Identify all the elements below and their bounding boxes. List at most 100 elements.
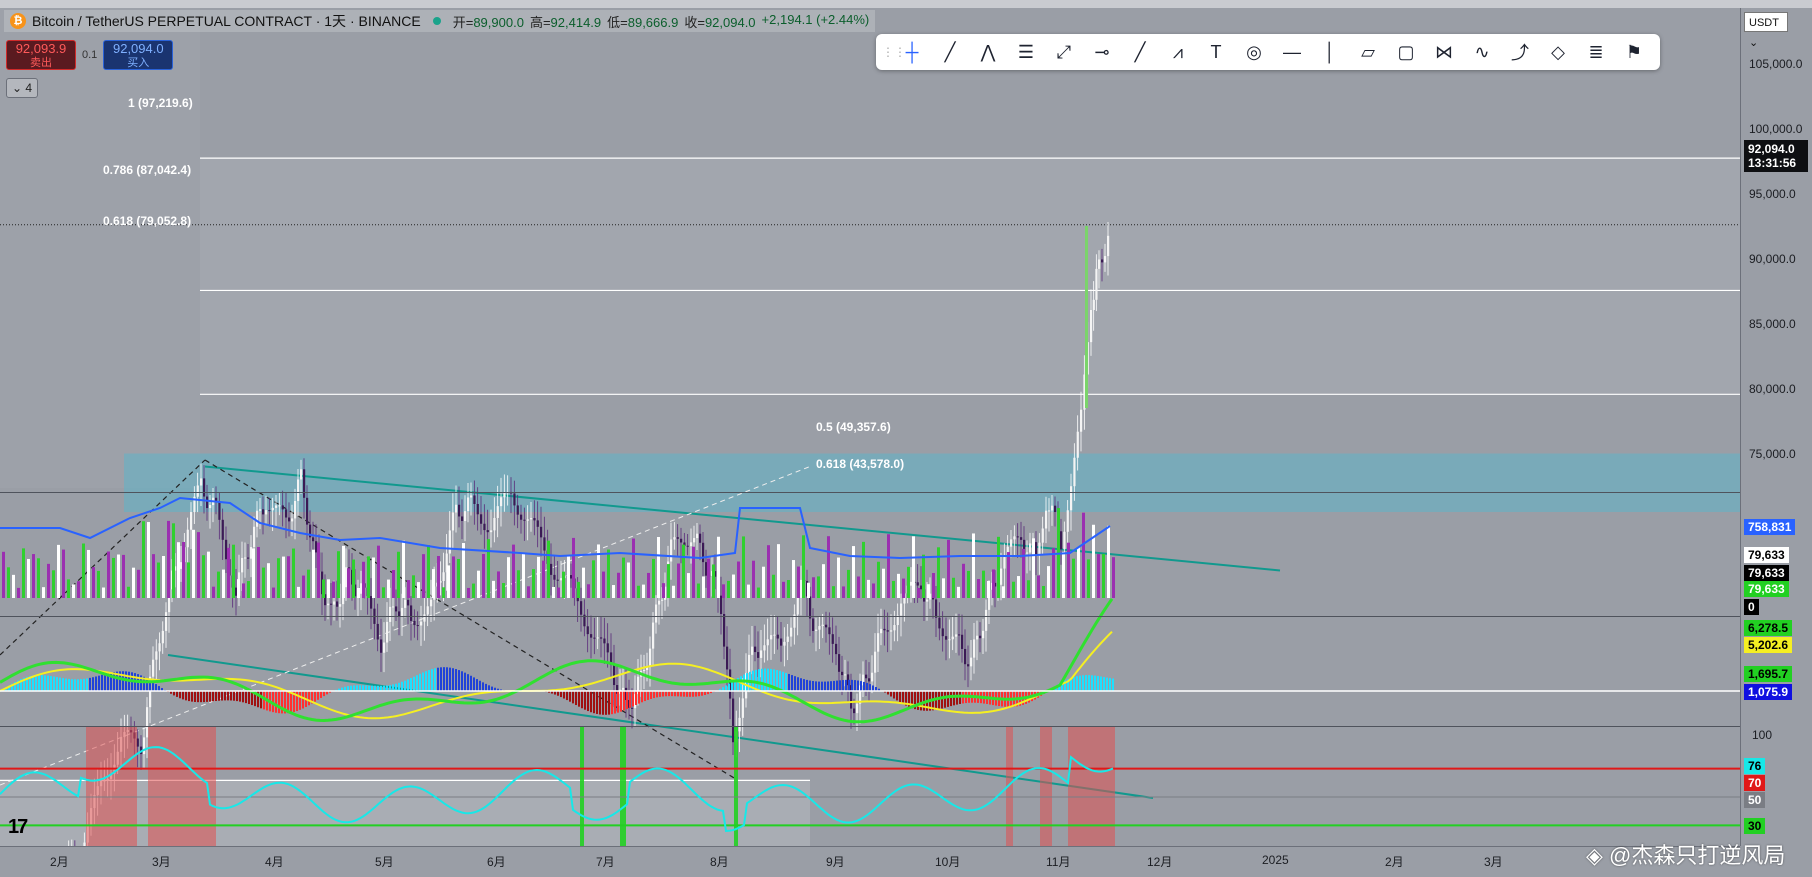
candle-body	[658, 601, 660, 605]
sell-button[interactable]: 92,093.9 卖出	[6, 40, 76, 70]
horizontal-ray-icon[interactable]: ⊸	[1084, 37, 1120, 67]
volume-bar	[712, 564, 715, 598]
candle-body	[1020, 537, 1022, 540]
macd-histogram-bar	[41, 675, 43, 691]
tradingview-logo[interactable]: 17	[8, 816, 26, 839]
line-icon[interactable]: ╱	[1122, 37, 1158, 67]
candle-body	[815, 630, 817, 631]
buy-button[interactable]: 92,094.0 买入	[103, 40, 173, 70]
macd-histogram-bar	[71, 679, 73, 691]
symbol-header[interactable]: ₿ Bitcoin / TetherUS PERPETUAL CONTRACT …	[4, 10, 875, 32]
macd-histogram-bar	[1100, 677, 1102, 691]
candle-body	[256, 511, 258, 527]
candle-body	[395, 606, 397, 611]
candle-body	[590, 634, 592, 638]
macd-histogram-bar	[425, 671, 427, 691]
pattern-icon[interactable]: ⋀	[970, 37, 1006, 67]
vertical-line-icon[interactable]: │	[1312, 37, 1348, 67]
horizontal-lines-icon[interactable]: ☰	[1008, 37, 1044, 67]
candle-body	[597, 637, 599, 638]
macd-histogram-bar	[728, 684, 730, 691]
symbol-title[interactable]: Bitcoin / TetherUS PERPETUAL CONTRACT · …	[32, 11, 421, 31]
volume-bar	[932, 573, 935, 598]
circle-icon[interactable]: ◎	[1236, 37, 1272, 67]
price-tick: 90,000.0	[1749, 252, 1796, 266]
pane-separator-macd[interactable]	[0, 616, 1812, 617]
long-position-icon[interactable]: ⚑	[1616, 37, 1652, 67]
candle-body	[1090, 310, 1092, 342]
volume-bar	[797, 567, 800, 598]
time-tick: 2月	[50, 853, 69, 870]
candle-body	[265, 510, 267, 514]
candle-body	[705, 562, 707, 576]
macd-histogram-bar	[842, 680, 844, 691]
macd-histogram-bar	[230, 691, 232, 700]
macd-histogram-bar	[671, 691, 673, 696]
pane-separator-rsi[interactable]	[0, 726, 1812, 727]
candle-body	[383, 643, 385, 653]
macd-histogram-bar	[434, 668, 436, 691]
indicators-collapse-button[interactable]: ⌄ 4	[6, 78, 38, 98]
currency-selector[interactable]: USDT ⌄	[1744, 12, 1788, 32]
candle-body	[607, 643, 609, 652]
candle-body	[155, 651, 157, 659]
macd-histogram-bar	[488, 685, 490, 691]
macd-value-label: 6,278.5	[1744, 620, 1792, 636]
candle-body	[165, 612, 167, 631]
candle-body	[865, 675, 867, 679]
candle-body	[200, 478, 202, 485]
candle-body	[677, 537, 679, 539]
candle-body	[285, 509, 287, 517]
trend-line-icon[interactable]: ╱	[932, 37, 968, 67]
volume-bar	[247, 581, 250, 598]
volume-bar	[102, 587, 105, 598]
candle-body	[1026, 553, 1028, 554]
macd-histogram-bar	[428, 670, 430, 691]
candle-body	[222, 520, 224, 540]
macd-histogram-bar	[386, 685, 388, 691]
pane-separator-volume[interactable]	[0, 492, 1812, 493]
time-tick: 12月	[1147, 853, 1172, 870]
xabcd-icon[interactable]: ⋈	[1426, 37, 1462, 67]
volume-bar	[677, 564, 680, 598]
volume-bar	[497, 571, 500, 598]
path-icon[interactable]: ⤴	[1502, 37, 1538, 67]
volume-bar	[552, 587, 555, 598]
wave-icon[interactable]: ⩘	[1160, 37, 1196, 67]
volume-bar	[152, 554, 155, 598]
volume-bar	[652, 559, 655, 598]
macd-histogram-bar	[452, 668, 454, 691]
currency-label: USDT	[1749, 17, 1779, 29]
macd-histogram-bar	[779, 671, 781, 691]
candle-body	[1000, 569, 1002, 585]
volume-bar	[302, 576, 305, 598]
candle-body	[938, 618, 940, 629]
time-axis[interactable]: 2月3月4月5月6月7月8月9月10月11月12月20252月3月	[0, 846, 1740, 877]
macd-histogram-bar	[200, 691, 202, 702]
shape-icon[interactable]: ◇	[1540, 37, 1576, 67]
channel-icon[interactable]: ▱	[1350, 37, 1386, 67]
candle-body	[812, 618, 814, 630]
volume-bar	[877, 562, 880, 598]
fib-icon[interactable]: ≣	[1578, 37, 1614, 67]
macd-histogram-bar	[179, 691, 181, 698]
crosshair-icon[interactable]: ┼	[894, 37, 930, 67]
macd-histogram-bar	[470, 676, 472, 691]
toolbar-drag-handle[interactable]: ⋮⋮	[882, 42, 892, 62]
candle-body	[253, 527, 255, 547]
horizontal-line-icon[interactable]: —	[1274, 37, 1310, 67]
text-icon[interactable]: T	[1198, 37, 1234, 67]
macd-histogram-bar	[56, 677, 58, 691]
volume-bar	[757, 588, 760, 598]
macd-histogram-bar	[302, 691, 304, 708]
ray-icon[interactable]: ⤢	[1046, 37, 1082, 67]
candle-body	[487, 530, 489, 532]
macd-histogram-bar	[377, 686, 379, 691]
candle-body	[670, 539, 672, 561]
candle-body	[1073, 458, 1075, 486]
elliott-icon[interactable]: ∿	[1464, 37, 1500, 67]
volume-bar	[1032, 538, 1035, 598]
macd-histogram-bar	[614, 691, 616, 714]
price-axis[interactable]: 105,000.0100,000.095,000.090,000.085,000…	[1740, 8, 1812, 846]
rectangle-icon[interactable]: ▢	[1388, 37, 1424, 67]
